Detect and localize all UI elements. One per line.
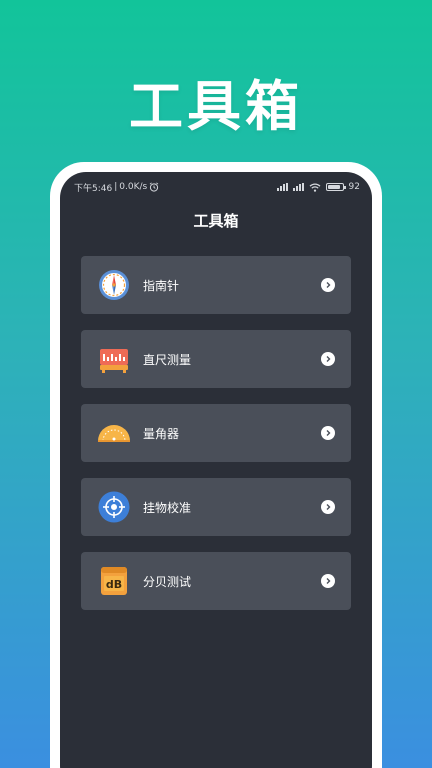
chevron-right-icon	[321, 352, 335, 366]
chevron-right-icon	[321, 574, 335, 588]
decibel-icon-text: dB	[106, 578, 122, 591]
status-bar: 下午5:46 | 0.0K/s 92	[74, 180, 360, 194]
tool-item-decibel[interactable]: dB 分贝测试	[81, 552, 351, 610]
ruler-icon	[97, 342, 131, 376]
status-time: 下午5:46	[74, 183, 113, 194]
page-title: 工具箱	[193, 212, 239, 230]
protractor-icon	[97, 416, 131, 450]
status-divider: |	[114, 182, 118, 192]
banner-title: 工具箱	[129, 75, 303, 138]
tool-label: 直尺测量	[143, 352, 192, 367]
signal-icon-2	[292, 183, 304, 191]
tool-item-protractor[interactable]: 量角器	[81, 404, 351, 462]
tool-item-compass[interactable]: 指南针	[81, 256, 351, 314]
status-left: 下午5:46 | 0.0K/s	[74, 181, 159, 194]
tool-label: 挂物校准	[143, 500, 192, 515]
alarm-icon	[149, 182, 159, 192]
tool-label: 分贝测试	[143, 574, 192, 589]
tool-list: 指南针 直尺测量 量角器 挂物校准 dB 分贝测试	[81, 256, 351, 626]
compass-icon	[97, 268, 131, 302]
status-speed: 0.0K/s	[119, 182, 148, 192]
phone-screen: 下午5:46 | 0.0K/s 92 工具箱 指南针 直尺测量 量角器 挂物校准…	[60, 172, 372, 768]
signal-icon	[276, 183, 288, 191]
battery-icon	[325, 183, 346, 191]
tool-item-ruler[interactable]: 直尺测量	[81, 330, 351, 388]
status-right: 92	[276, 182, 360, 192]
tool-item-target[interactable]: 挂物校准	[81, 478, 351, 536]
chevron-right-icon	[321, 426, 335, 440]
decibel-icon: dB	[97, 564, 131, 598]
battery-level: 92	[348, 182, 360, 192]
chevron-right-icon	[321, 278, 335, 292]
target-icon	[97, 490, 131, 524]
tool-label: 量角器	[143, 426, 180, 441]
wifi-icon	[309, 183, 320, 192]
chevron-right-icon	[321, 500, 335, 514]
tool-label: 指南针	[143, 278, 180, 293]
